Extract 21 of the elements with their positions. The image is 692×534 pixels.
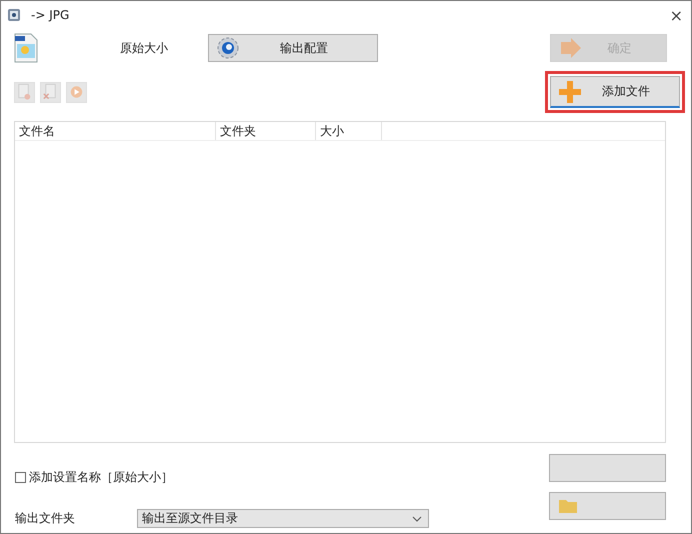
checkbox[interactable] <box>15 472 26 483</box>
arrow-icon <box>559 38 581 58</box>
image-file-icon <box>14 33 38 63</box>
plus-icon <box>559 80 581 102</box>
column-header[interactable]: 文件名 <box>15 122 216 140</box>
column-header[interactable]: 文件夹 <box>216 122 316 140</box>
output-folder-label: 输出文件夹 <box>15 510 76 527</box>
checkbox-label: 添加设置名称［原始大小］ <box>29 469 173 486</box>
output-folder-dropdown[interactable]: 输出至源文件目录 <box>137 509 429 528</box>
add-file-button[interactable]: 添加文件 <box>550 76 680 108</box>
config-button[interactable]: 输出配置 <box>208 34 378 62</box>
gear-icon <box>217 37 239 59</box>
action-button[interactable] <box>549 454 666 482</box>
chevron-down-icon <box>412 516 422 522</box>
folder-icon <box>558 498 578 514</box>
close-button[interactable]: × <box>670 6 683 24</box>
column-header[interactable]: 大小 <box>316 122 382 140</box>
browse-button[interactable] <box>549 492 666 520</box>
app-icon <box>7 8 21 22</box>
window-title: -> JPG <box>31 8 70 22</box>
preset-label: 原始大小 <box>120 40 169 56</box>
